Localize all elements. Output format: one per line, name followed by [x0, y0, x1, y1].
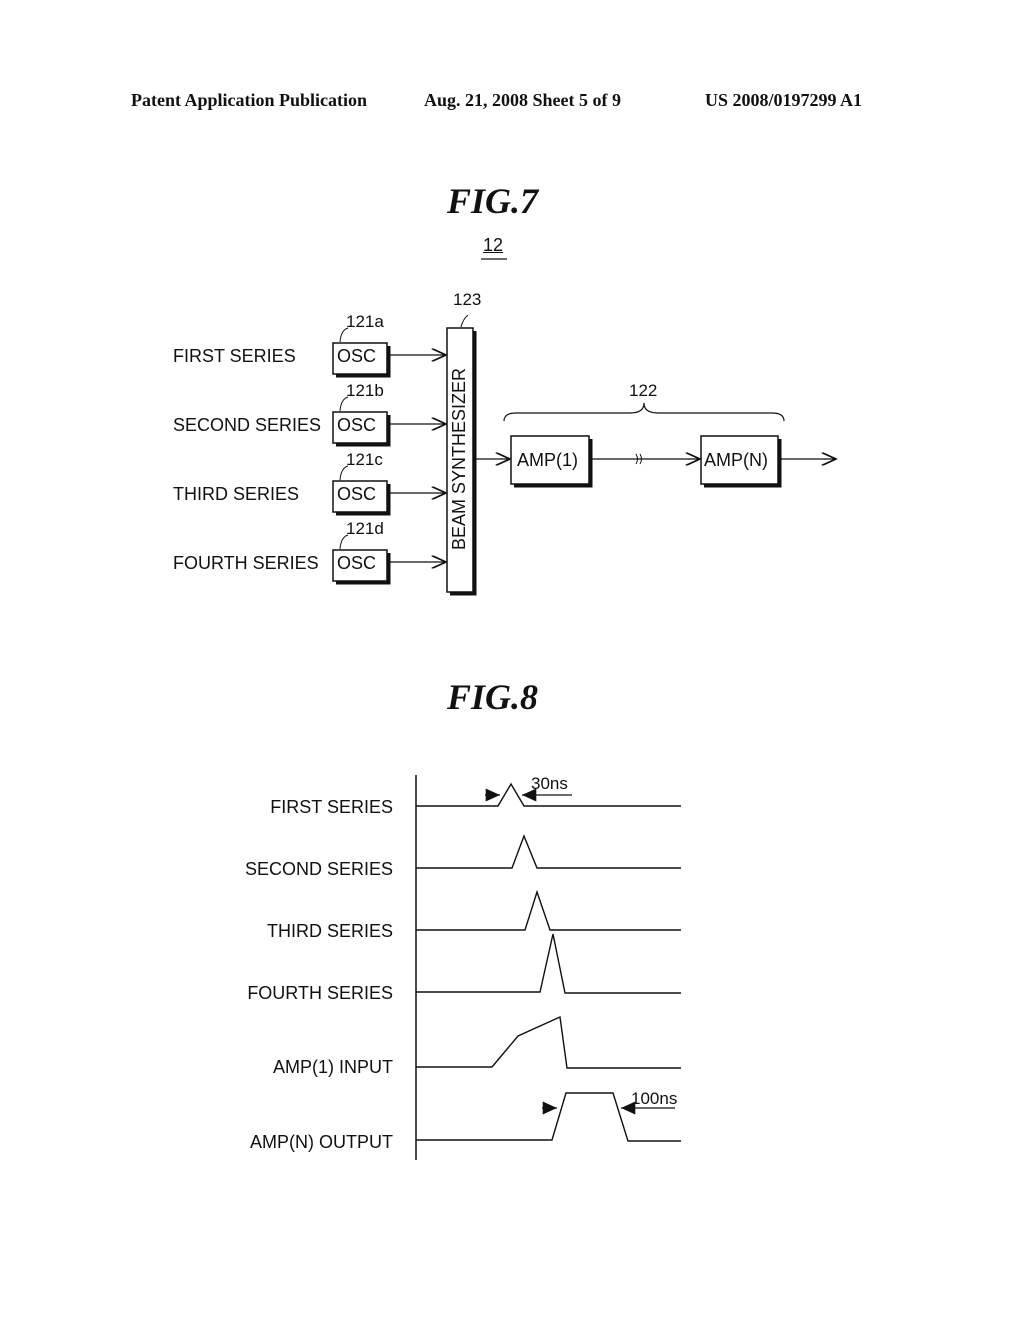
- osc-box: [332, 411, 391, 447]
- leader-line: [460, 314, 469, 328]
- waveform-second: [416, 834, 681, 869]
- amp-group-brace: [503, 402, 785, 422]
- osc-box: [332, 480, 391, 516]
- diagram-graphics: [332, 258, 1024, 1160]
- osc-box: [332, 549, 391, 585]
- leader-line: [339, 534, 349, 550]
- leader-line: [339, 396, 349, 412]
- waveform-amp1-input: [416, 1015, 681, 1069]
- leader-line: [339, 327, 349, 343]
- ampn-box: [700, 435, 782, 488]
- waveform-fourth: [416, 933, 681, 994]
- osc-box: [332, 342, 391, 378]
- leader-line: [339, 465, 349, 481]
- waveform-ampn-output: [416, 1092, 681, 1142]
- amp1-box: [510, 435, 593, 488]
- waveform-third: [416, 889, 681, 931]
- beam-synthesizer-box: [446, 327, 477, 596]
